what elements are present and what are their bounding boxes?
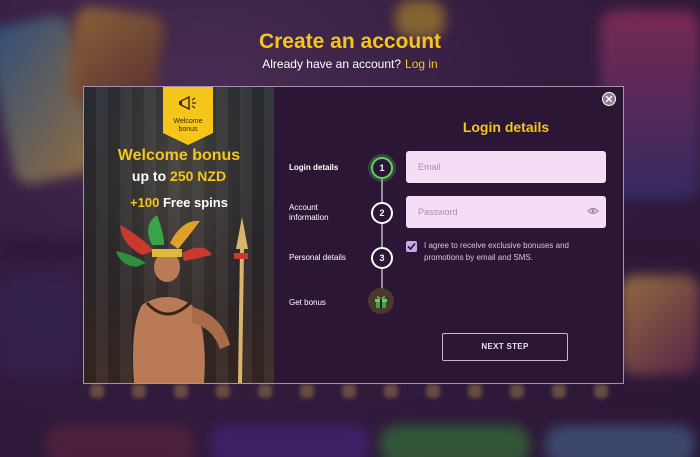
welcome-bonus-title: Welcome bonus (117, 147, 241, 164)
form-title: Login details (462, 119, 550, 135)
bonus-flag (163, 87, 213, 145)
login-link[interactable]: Log in (405, 57, 438, 71)
checkmark-icon (407, 242, 416, 251)
step-label-login-details: Login details (289, 163, 339, 172)
step-2-label-line1: Account (289, 203, 318, 212)
step-label-personal-details: Personal details (289, 253, 346, 262)
spins-value: +100 (130, 195, 160, 210)
welcome-bonus-amount: up to 250 NZD (84, 168, 274, 184)
next-step-button[interactable]: NEXT STEP (442, 333, 568, 361)
password-field[interactable] (406, 196, 606, 228)
step-2-indicator: 2 (371, 202, 393, 224)
have-account-line: Already have an account? Log in (0, 57, 700, 71)
page-title: Create an account (258, 30, 442, 53)
steps-connector (381, 167, 383, 297)
promo-panel: Welcome bonus Welcome bonus up to 250 NZ… (84, 87, 274, 383)
close-button[interactable] (602, 92, 616, 106)
consent-checkbox[interactable] (406, 241, 417, 252)
warrior-illustration (116, 215, 248, 383)
close-icon (605, 95, 613, 103)
show-password-eye-icon[interactable] (587, 206, 599, 216)
free-spins-line: +100 Free spins (84, 195, 274, 210)
signup-modal: Welcome bonus Welcome bonus up to 250 NZ… (83, 86, 624, 384)
bonus-flag-label: Welcome bonus (161, 118, 215, 134)
step-label-account-information: Account information (289, 203, 329, 223)
flag-label-line1: Welcome (173, 118, 203, 125)
amount-prefix: up to (131, 168, 167, 184)
step-1-indicator: 1 (371, 157, 393, 179)
email-field[interactable] (406, 151, 606, 183)
step-2-label-line2: information (289, 213, 329, 222)
flag-label-line2: bonus (178, 126, 198, 133)
consent-row: I agree to receive exclusive bonuses and… (406, 240, 606, 270)
amount-value: 250 NZD (170, 168, 227, 184)
gift-icon (375, 296, 387, 308)
spins-label: Free spins (162, 195, 228, 210)
get-bonus-step-indicator (368, 288, 394, 314)
consent-text: I agree to receive exclusive bonuses and… (424, 241, 569, 262)
have-account-text: Already have an account? (262, 57, 402, 71)
step-label-get-bonus: Get bonus (289, 298, 326, 307)
step-3-indicator: 3 (371, 247, 393, 269)
